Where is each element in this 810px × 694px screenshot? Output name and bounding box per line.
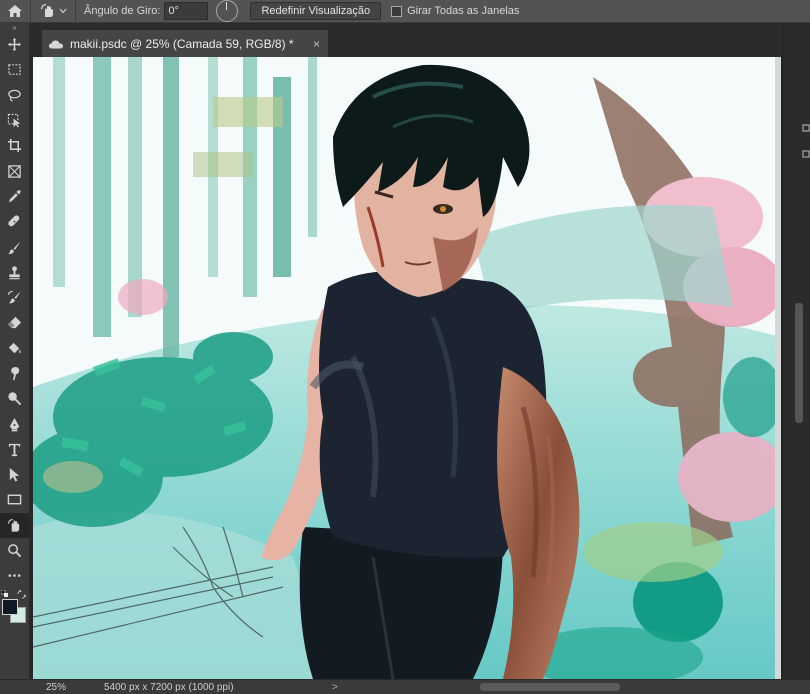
swap-colors-icon[interactable] xyxy=(17,589,26,599)
type-icon xyxy=(8,443,21,456)
tool-pen[interactable] xyxy=(0,411,29,436)
right-panel-dock xyxy=(782,23,810,679)
tool-clone-stamp[interactable] xyxy=(0,260,29,285)
rotate-view-icon xyxy=(40,3,53,17)
tool-marquee[interactable] xyxy=(0,57,29,82)
document-canvas[interactable] xyxy=(33,57,781,679)
close-tab-icon[interactable]: × xyxy=(313,37,320,51)
foreground-color-swatch[interactable] xyxy=(2,598,18,615)
eyedropper-icon xyxy=(8,190,21,203)
document-tab[interactable]: makii.psdc @ 25% (Camada 59, RGB/8) * × xyxy=(42,30,328,57)
canvas-horizontal-scrollbar[interactable] xyxy=(480,683,620,691)
zoom-level[interactable]: 25% xyxy=(0,682,68,693)
status-menu-arrow[interactable]: > xyxy=(332,682,338,693)
toolbar-collapse-icon[interactable]: » xyxy=(0,23,29,32)
panel-options-icon[interactable] xyxy=(801,123,810,163)
marquee-icon xyxy=(8,64,21,76)
clone-stamp-icon xyxy=(9,266,20,280)
rotate-angle-label: Ângulo de Giro: xyxy=(84,5,161,17)
tool-brush[interactable] xyxy=(0,234,29,259)
path-select-icon xyxy=(9,468,20,482)
document-tab-bar: makii.psdc @ 25% (Camada 59, RGB/8) * × xyxy=(30,23,800,57)
tool-eraser[interactable] xyxy=(0,310,29,335)
object-select-icon xyxy=(7,113,21,128)
dodge-icon xyxy=(8,392,22,406)
move-icon xyxy=(7,38,22,52)
tool-smudge[interactable] xyxy=(0,361,29,386)
tool-path-select[interactable] xyxy=(0,462,29,487)
document-dimensions: 5400 px x 7200 px (1000 ppi) xyxy=(104,681,234,693)
tool-dodge[interactable] xyxy=(0,386,29,411)
color-swatches xyxy=(0,589,29,639)
tool-preset-picker[interactable] xyxy=(31,0,76,22)
tool-type[interactable] xyxy=(0,437,29,462)
rotate-all-windows-label: Girar Todas as Janelas xyxy=(407,5,520,17)
rotate-all-windows-checkbox[interactable]: Girar Todas as Janelas xyxy=(391,5,519,17)
status-bar: 25% 5400 px x 7200 px (1000 ppi) > xyxy=(0,679,810,694)
paint-bucket-icon xyxy=(8,342,21,353)
tool-healing-brush[interactable] xyxy=(0,209,29,234)
artwork xyxy=(33,57,781,679)
brush-icon xyxy=(7,240,21,254)
tool-history-brush[interactable] xyxy=(0,285,29,310)
tool-zoom[interactable] xyxy=(0,538,29,563)
document-title: makii.psdc @ 25% (Camada 59, RGB/8) * xyxy=(70,36,294,51)
tools-panel: » xyxy=(0,23,30,679)
cloud-document-icon xyxy=(49,40,63,48)
home-icon xyxy=(8,5,22,17)
tool-more[interactable] xyxy=(0,563,29,588)
tool-lasso[interactable] xyxy=(0,83,29,108)
healing-brush-icon xyxy=(8,215,20,227)
tool-paint-bucket[interactable] xyxy=(0,336,29,361)
tool-frame[interactable] xyxy=(0,158,29,183)
lasso-icon xyxy=(8,89,21,102)
checkbox-box[interactable] xyxy=(391,5,403,17)
more-tools-icon xyxy=(8,574,21,578)
eraser-icon xyxy=(7,317,22,329)
rotate-view-icon xyxy=(7,518,20,532)
tool-eyedropper[interactable] xyxy=(0,184,29,209)
tool-rectangle[interactable] xyxy=(0,487,29,512)
rectangle-icon xyxy=(7,495,22,505)
pen-icon xyxy=(9,417,20,431)
tool-crop[interactable] xyxy=(0,133,29,158)
tool-rotate-view[interactable] xyxy=(0,512,29,538)
options-bar: Ângulo de Giro: Redefinir Visualização G… xyxy=(0,0,810,23)
crop-icon xyxy=(7,139,22,153)
rotate-angle-dial[interactable] xyxy=(216,0,239,22)
chevron-down-icon xyxy=(59,8,66,14)
home-button[interactable] xyxy=(0,0,31,22)
frame-icon xyxy=(8,164,21,178)
reset-view-button[interactable]: Redefinir Visualização xyxy=(250,2,382,20)
tool-object-select[interactable] xyxy=(0,108,29,133)
default-colors-icon[interactable] xyxy=(1,589,9,598)
tool-move[interactable] xyxy=(0,32,29,57)
canvas-vertical-scrollbar[interactable] xyxy=(795,303,803,423)
rotate-angle-input[interactable] xyxy=(164,2,209,20)
zoom-icon xyxy=(8,544,22,558)
smudge-icon xyxy=(11,366,20,381)
history-brush-icon xyxy=(7,290,21,304)
